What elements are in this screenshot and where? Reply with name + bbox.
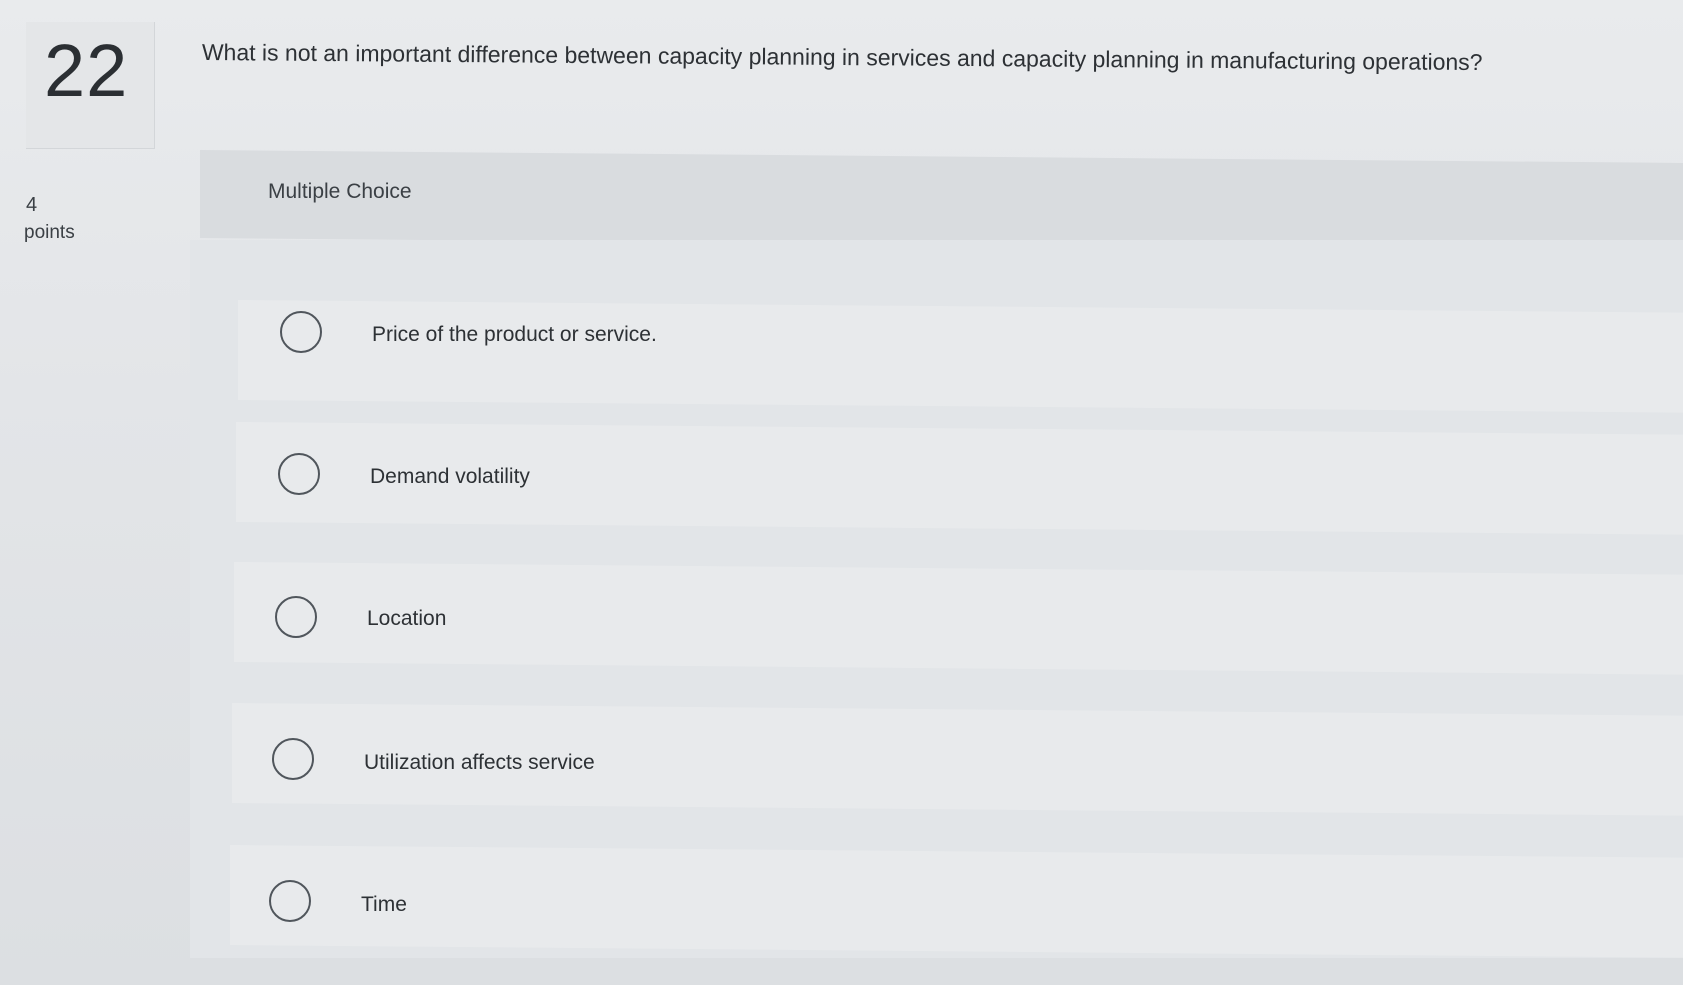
answer-option-label[interactable]: Price of the product or service.: [372, 323, 657, 347]
quiz-screen: 22 4 points What is not an important dif…: [0, 0, 1683, 985]
answer-option[interactable]: [234, 562, 1683, 675]
radio-button[interactable]: [278, 453, 320, 495]
radio-button[interactable]: [280, 311, 322, 353]
answer-option-label[interactable]: Utilization affects service: [364, 751, 595, 775]
radio-button[interactable]: [275, 596, 317, 638]
question-type-label: Multiple Choice: [268, 180, 412, 203]
radio-button[interactable]: [272, 738, 314, 780]
points-label: points: [24, 222, 75, 243]
question-number: 22: [44, 29, 129, 112]
points-value: 4: [26, 194, 38, 216]
question-text: What is not an important difference betw…: [201, 38, 1483, 76]
answer-option-label[interactable]: Time: [361, 893, 407, 917]
radio-button[interactable]: [269, 880, 311, 922]
question-type-header: [200, 150, 1683, 251]
answer-option[interactable]: [230, 845, 1683, 958]
answer-option-label[interactable]: Demand volatility: [370, 465, 530, 489]
answer-option-label[interactable]: Location: [367, 607, 446, 631]
answer-option[interactable]: [238, 300, 1683, 413]
